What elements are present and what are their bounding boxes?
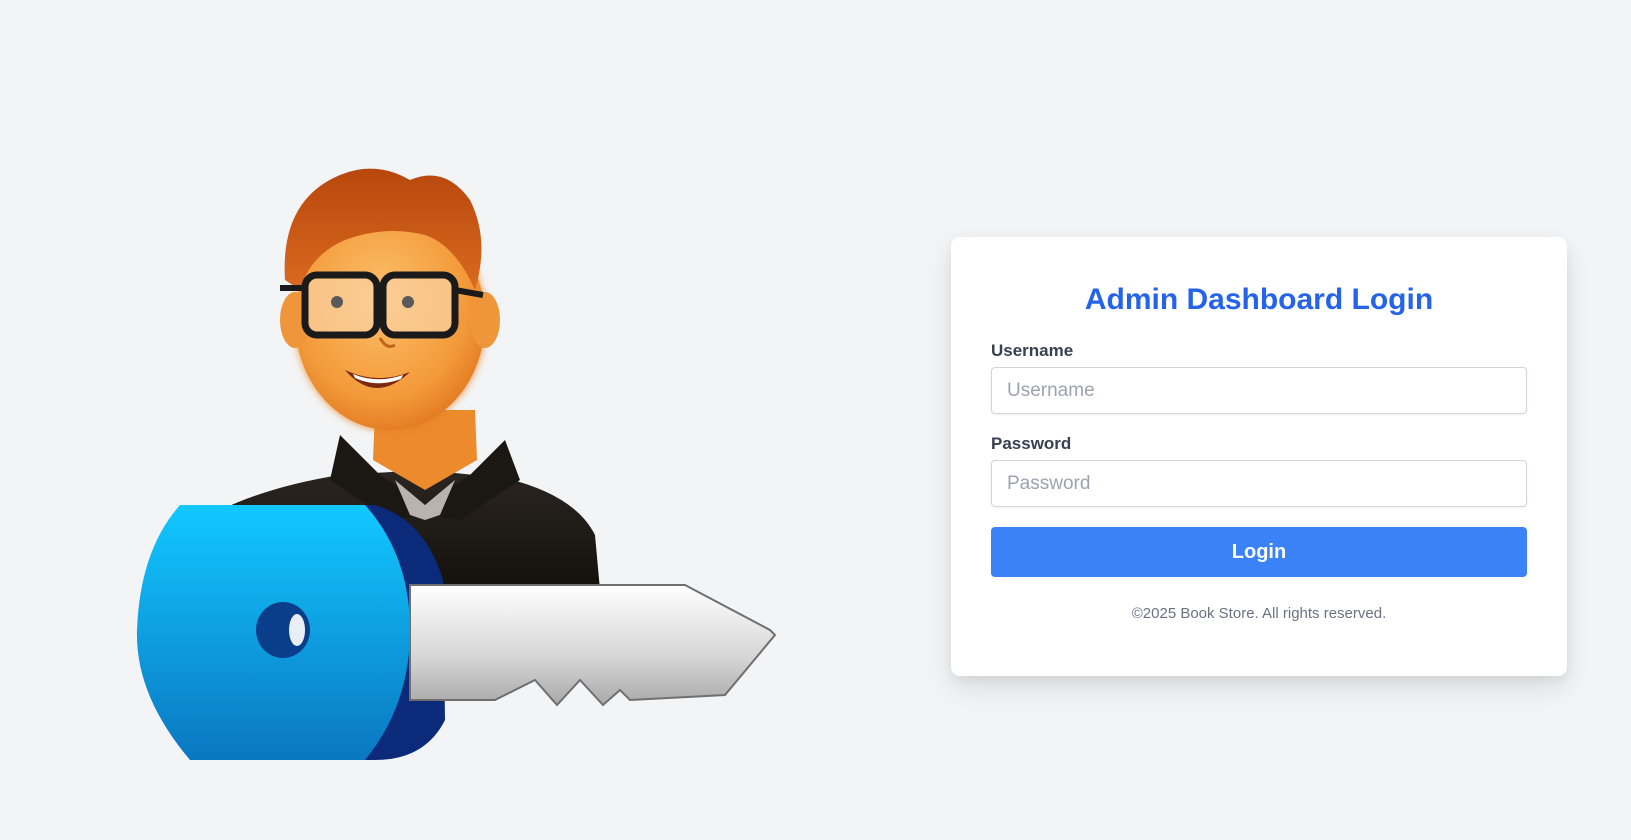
password-label: Password [991, 434, 1072, 453]
password-input[interactable] [991, 460, 1527, 507]
copyright-footer: ©2025 Book Store. All rights reserved. [1131, 605, 1387, 622]
admin-with-key-icon [136, 168, 777, 760]
username-label: Username [991, 341, 1074, 360]
login-button[interactable]: Login [991, 527, 1527, 577]
page-title: Admin Dashboard Login [1084, 283, 1434, 316]
login-card: Admin Dashboard Login Username Password … [951, 237, 1567, 676]
username-input[interactable] [991, 367, 1527, 414]
illustration-panel [0, 0, 953, 840]
